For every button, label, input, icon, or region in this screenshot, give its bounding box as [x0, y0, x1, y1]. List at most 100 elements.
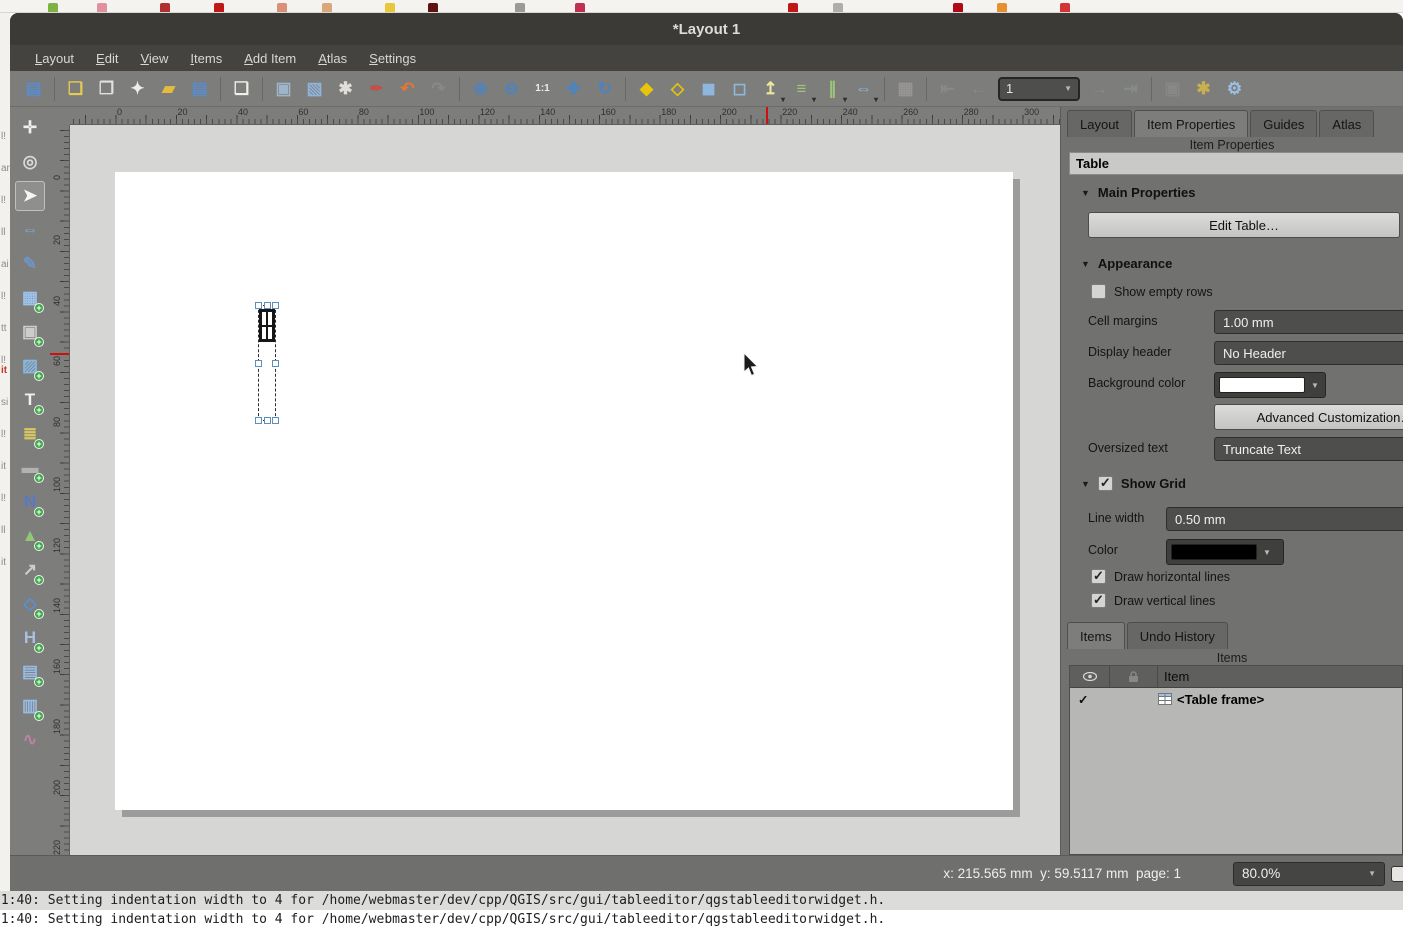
- align-items-icon[interactable]: ≡▾: [788, 75, 815, 102]
- show-empty-rows-label: Show empty rows: [1114, 285, 1213, 299]
- tab-layout[interactable]: Layout: [1067, 110, 1132, 137]
- add-node-item-icon[interactable]: ◇+: [15, 589, 45, 619]
- duplicate-layout-icon[interactable]: ❐: [93, 75, 120, 102]
- edit-table-button[interactable]: Edit Table…: [1088, 212, 1400, 238]
- raise-items-icon[interactable]: ↥▾: [757, 75, 784, 102]
- resize-handle-s[interactable]: [264, 417, 271, 424]
- resize-items-icon[interactable]: ⇔▾: [850, 75, 877, 102]
- add-3d-map-icon[interactable]: ▣+: [15, 317, 45, 347]
- zoom-level-combo[interactable]: 80.0% ▼: [1233, 862, 1385, 886]
- table-frame-item[interactable]: [258, 305, 276, 421]
- select-move-item-tool-icon[interactable]: ➤: [15, 181, 45, 211]
- atlas-first-icon[interactable]: ⇤: [934, 75, 961, 102]
- items-list-row-table-frame[interactable]: ✓ <Table frame>: [1070, 688, 1402, 710]
- advanced-customization-button[interactable]: Advanced Customization…: [1214, 404, 1403, 430]
- menu-items[interactable]: Items: [179, 45, 233, 71]
- new-from-template-icon[interactable]: ❏: [228, 75, 255, 102]
- tab-atlas[interactable]: Atlas: [1319, 110, 1374, 137]
- new-layout-icon[interactable]: ❏: [62, 75, 89, 102]
- open-layout-icon[interactable]: ▰: [155, 75, 182, 102]
- menu-atlas[interactable]: Atlas: [307, 45, 358, 71]
- deselect-all-icon[interactable]: ◻: [726, 75, 753, 102]
- resize-handle-se[interactable]: [272, 417, 279, 424]
- resize-handle-nw[interactable]: [255, 302, 262, 309]
- zoom-in-icon[interactable]: ⊕: [467, 75, 494, 102]
- add-elevation-profile-icon[interactable]: ∿: [15, 725, 45, 755]
- draw-vertical-lines-checkbox[interactable]: [1091, 593, 1106, 608]
- refresh-icon[interactable]: ↻: [591, 75, 618, 102]
- undo-icon[interactable]: ↶: [394, 75, 421, 102]
- menu-edit[interactable]: Edit: [85, 45, 129, 71]
- redo-icon[interactable]: ↷: [425, 75, 452, 102]
- item-visible-check[interactable]: ✓: [1070, 692, 1110, 707]
- menu-add-item[interactable]: Add Item: [233, 45, 307, 71]
- pan-tool-icon[interactable]: ✛: [15, 113, 45, 143]
- add-label-icon[interactable]: T+: [15, 385, 45, 415]
- add-legend-icon[interactable]: ≣+: [15, 419, 45, 449]
- unlock-items-icon[interactable]: ◇: [664, 75, 691, 102]
- export-pdf-icon[interactable]: ✒: [363, 75, 390, 102]
- distribute-items-icon[interactable]: ∥▾: [819, 75, 846, 102]
- menu-layout[interactable]: Layout: [24, 45, 85, 71]
- print-atlas-icon[interactable]: ▣: [1159, 75, 1186, 102]
- export-atlas-icon[interactable]: ✱: [1190, 75, 1217, 102]
- edit-nodes-tool-icon[interactable]: ✎: [15, 249, 45, 279]
- add-north-arrow-icon[interactable]: N+: [15, 487, 45, 517]
- export-svg-icon[interactable]: ✱: [332, 75, 359, 102]
- line-width-spinbox[interactable]: 0.50 mm: [1166, 507, 1403, 531]
- print-icon[interactable]: ▣: [270, 75, 297, 102]
- export-image-icon[interactable]: ▧: [301, 75, 328, 102]
- add-attribute-table-icon[interactable]: ▤+: [15, 657, 45, 687]
- toolbar-separator: [884, 77, 885, 101]
- tab-guides[interactable]: Guides: [1250, 110, 1317, 137]
- layout-canvas[interactable]: [70, 125, 1060, 855]
- zoom-tool-icon[interactable]: ◎: [15, 147, 45, 177]
- display-header-combo[interactable]: No Header: [1214, 341, 1403, 365]
- move-content-tool-icon[interactable]: ⇔: [15, 215, 45, 245]
- menu-settings[interactable]: Settings: [358, 45, 427, 71]
- lock-items-icon[interactable]: ◆: [633, 75, 660, 102]
- add-scalebar-icon[interactable]: ▬+: [15, 453, 45, 483]
- show-grid-checkbox[interactable]: [1098, 476, 1113, 491]
- title-bar[interactable]: *Layout 1: [10, 13, 1403, 45]
- tab-items[interactable]: Items: [1067, 622, 1125, 649]
- show-empty-rows-checkbox[interactable]: [1091, 284, 1106, 299]
- section-main-properties[interactable]: ▼ Main Properties: [1081, 185, 1195, 200]
- select-all-icon[interactable]: ◼: [695, 75, 722, 102]
- atlas-prev-icon[interactable]: ←: [965, 75, 992, 102]
- add-html-icon[interactable]: H+: [15, 623, 45, 653]
- tab-undo-history[interactable]: Undo History: [1127, 622, 1228, 649]
- tab-item-properties[interactable]: Item Properties: [1134, 110, 1248, 137]
- zoom-actual-icon[interactable]: 1:1: [529, 75, 556, 102]
- resize-handle-ne[interactable]: [272, 302, 279, 309]
- zoom-out-icon[interactable]: ⊖: [498, 75, 525, 102]
- zoom-full-icon[interactable]: ✚: [560, 75, 587, 102]
- atlas-settings-icon[interactable]: ⚙: [1221, 75, 1248, 102]
- atlas-preview-icon[interactable]: ▦: [892, 75, 919, 102]
- add-map-icon[interactable]: ▦+: [15, 283, 45, 313]
- section-appearance[interactable]: ▼ Appearance: [1081, 256, 1172, 271]
- menu-view[interactable]: View: [129, 45, 179, 71]
- section-show-grid[interactable]: ▼ Show Grid: [1081, 476, 1186, 491]
- save-layout-icon[interactable]: ▤: [20, 75, 47, 102]
- add-shape-icon[interactable]: ▲+: [15, 521, 45, 551]
- resize-handle-sw[interactable]: [255, 417, 262, 424]
- cell-margins-spinbox[interactable]: 1.00 mm: [1214, 310, 1403, 334]
- background-color-button[interactable]: ▼: [1214, 372, 1326, 398]
- add-arrow-icon[interactable]: ↗+: [15, 555, 45, 585]
- atlas-last-icon[interactable]: ⇥: [1117, 75, 1144, 102]
- save-as-icon[interactable]: ▤: [186, 75, 213, 102]
- layout-manager-icon[interactable]: ✦: [124, 75, 151, 102]
- add-picture-icon[interactable]: ▨+: [15, 351, 45, 381]
- atlas-next-icon[interactable]: →: [1086, 75, 1113, 102]
- grid-color-button[interactable]: ▼: [1166, 539, 1284, 565]
- oversized-text-combo[interactable]: Truncate Text: [1214, 437, 1403, 461]
- atlas-page-combo[interactable]: 1▼: [998, 77, 1080, 101]
- resize-handle-e[interactable]: [272, 360, 279, 367]
- layout-page[interactable]: [115, 172, 1013, 810]
- draw-horizontal-lines-checkbox[interactable]: [1091, 569, 1106, 584]
- resize-handle-n[interactable]: [264, 302, 271, 309]
- resize-handle-w[interactable]: [255, 360, 262, 367]
- v-ruler-label: 80: [52, 417, 62, 427]
- add-fixed-table-icon[interactable]: ▥+: [15, 691, 45, 721]
